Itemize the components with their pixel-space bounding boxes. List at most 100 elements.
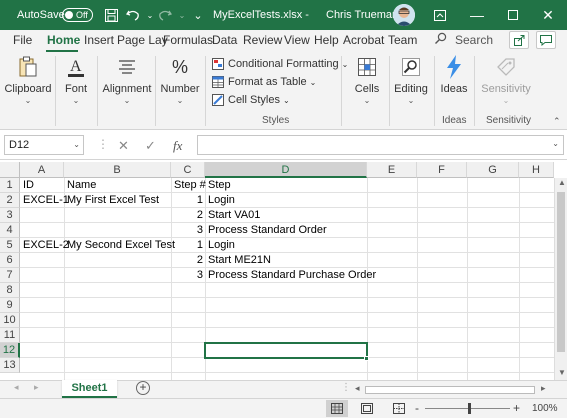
chevron-down-icon[interactable]: ⌄ [552, 139, 559, 148]
tab-split-handle-icon[interactable]: ⋮ [341, 382, 351, 393]
name-box[interactable]: D12 ⌄ [4, 135, 84, 155]
cell-b1[interactable]: Name [64, 178, 171, 193]
editing-button[interactable]: Editing ⌄ [393, 54, 429, 105]
row-header-3[interactable]: 3 [0, 208, 20, 223]
cell-c3[interactable]: 2 [171, 208, 205, 223]
font-button[interactable]: A Font ⌄ [62, 54, 90, 105]
cell-a3[interactable] [20, 208, 64, 223]
sheet-tab-sheet1[interactable]: Sheet1 [62, 380, 117, 398]
column-header-a[interactable]: A [20, 162, 64, 178]
avatar[interactable] [393, 4, 415, 26]
cell-d2[interactable]: Login [205, 193, 367, 208]
cell-a2[interactable]: EXCEL-1 [20, 193, 69, 208]
tab-data[interactable]: Data [212, 33, 237, 47]
cell-d6[interactable]: Start ME21N [205, 253, 367, 268]
cell-b2[interactable]: My First Excel Test [64, 193, 171, 208]
row-header-12[interactable]: 12 [0, 343, 20, 358]
tab-page-layout[interactable]: Page Lay [117, 33, 168, 47]
cell-b5[interactable]: My Second Excel Test [64, 238, 175, 253]
cell-a5[interactable]: EXCEL-2 [20, 238, 69, 253]
column-header-b[interactable]: B [64, 162, 171, 178]
cell-c5[interactable]: 1 [171, 238, 205, 253]
search-icon[interactable] [434, 32, 447, 48]
new-sheet-button[interactable]: + [136, 381, 150, 395]
cell-b4[interactable] [64, 223, 171, 238]
cell-c6[interactable]: 2 [171, 253, 205, 268]
cell-d5[interactable]: Login [205, 238, 367, 253]
column-header-f[interactable]: F [417, 162, 467, 178]
cell-a1[interactable]: ID [20, 178, 64, 193]
scroll-right-icon[interactable]: ▸ [541, 383, 546, 394]
cell-a7[interactable] [20, 268, 64, 283]
page-layout-view-button[interactable] [361, 403, 373, 417]
row-header-7[interactable]: 7 [0, 268, 20, 283]
collapse-ribbon-icon[interactable]: ⌃ [553, 116, 561, 127]
cell-c4[interactable]: 3 [171, 223, 205, 238]
ribbon-display-options-icon[interactable] [432, 7, 448, 23]
tab-insert[interactable]: Insert [84, 33, 114, 47]
autosave-toggle[interactable]: Off [62, 8, 93, 22]
scroll-sheet-left-icon[interactable]: ◂ [14, 382, 19, 393]
horizontal-scroll-thumb[interactable] [365, 386, 535, 394]
row-header-1[interactable]: 1 [0, 178, 20, 193]
cell-c2[interactable]: 1 [171, 193, 205, 208]
undo-dropdown-icon[interactable]: ⌄ [142, 7, 158, 23]
cell-b6[interactable] [64, 253, 171, 268]
horizontal-scrollbar[interactable]: ◂ ▸ [355, 383, 550, 395]
insert-function-icon[interactable]: fx [173, 138, 182, 154]
row-header-2[interactable]: 2 [0, 193, 20, 208]
row-header-13[interactable]: 13 [0, 358, 20, 373]
normal-view-button[interactable] [326, 400, 348, 417]
tab-team[interactable]: Team [388, 33, 417, 47]
vertical-scroll-thumb[interactable] [557, 192, 565, 352]
search-input[interactable]: Search [455, 33, 493, 47]
page-break-view-button[interactable] [393, 403, 405, 417]
cell-b3[interactable] [64, 208, 171, 223]
number-button[interactable]: % Number ⌄ [160, 54, 200, 106]
cell-b7[interactable] [64, 268, 171, 283]
row-header-9[interactable]: 9 [0, 298, 20, 313]
tab-review[interactable]: Review [243, 33, 282, 47]
row-header-8[interactable]: 8 [0, 283, 20, 298]
conditional-formatting-button[interactable]: Conditional Formatting ⌄ [212, 56, 348, 72]
cell-a6[interactable] [20, 253, 64, 268]
worksheet-grid[interactable]: A B C D E F G H 1 2 3 4 5 6 7 8 9 10 11 12 13 ID Name… [0, 160, 567, 380]
row-header-10[interactable]: 10 [0, 313, 20, 328]
cell-d3[interactable]: Start VA01 [205, 208, 367, 223]
save-icon[interactable] [103, 7, 119, 23]
ideas-button[interactable]: Ideas [439, 54, 469, 95]
user-name[interactable]: Chris Trueman [326, 9, 398, 21]
zoom-slider-thumb[interactable] [468, 403, 471, 414]
cell-d4[interactable]: Process Standard Order [205, 223, 367, 238]
row-header-5[interactable]: 5 [0, 238, 20, 253]
column-header-c[interactable]: C [171, 162, 205, 178]
row-header-6[interactable]: 6 [0, 253, 20, 268]
cell-a4[interactable] [20, 223, 64, 238]
row-header-4[interactable]: 4 [0, 223, 20, 238]
scroll-up-icon[interactable]: ▲ [558, 178, 566, 187]
fill-handle[interactable] [364, 356, 369, 361]
format-as-table-button[interactable]: Format as Table ⌄ [212, 74, 316, 90]
zoom-level[interactable]: 100% [532, 403, 558, 414]
tab-view[interactable]: View [284, 33, 310, 47]
formula-bar-handle-icon[interactable]: ⋮ [97, 137, 109, 151]
cell-styles-button[interactable]: Cell Styles ⌄ [212, 92, 290, 108]
scroll-sheet-right-icon[interactable]: ▸ [34, 382, 39, 393]
tab-formulas[interactable]: Formulas [163, 33, 213, 47]
comments-button[interactable] [536, 31, 556, 49]
scroll-left-icon[interactable]: ◂ [355, 383, 360, 394]
clipboard-button[interactable]: Clipboard ⌄ [4, 54, 52, 105]
row-header-11[interactable]: 11 [0, 328, 20, 343]
cells-button[interactable]: Cells ⌄ [349, 54, 385, 105]
column-header-d[interactable]: D [205, 162, 367, 178]
column-header-h[interactable]: H [519, 162, 554, 178]
zoom-out-button[interactable]: - [415, 401, 419, 415]
cell-d1[interactable]: Step [205, 178, 367, 193]
select-all-button[interactable] [0, 162, 20, 178]
alignment-button[interactable]: Alignment ⌄ [103, 54, 151, 105]
cell-c1[interactable]: Step # [171, 178, 206, 193]
scroll-down-icon[interactable]: ▼ [558, 368, 566, 377]
selected-cell-d12[interactable] [204, 342, 368, 359]
formula-input[interactable]: ⌄ [197, 135, 564, 155]
tab-home[interactable]: Home [47, 33, 80, 47]
